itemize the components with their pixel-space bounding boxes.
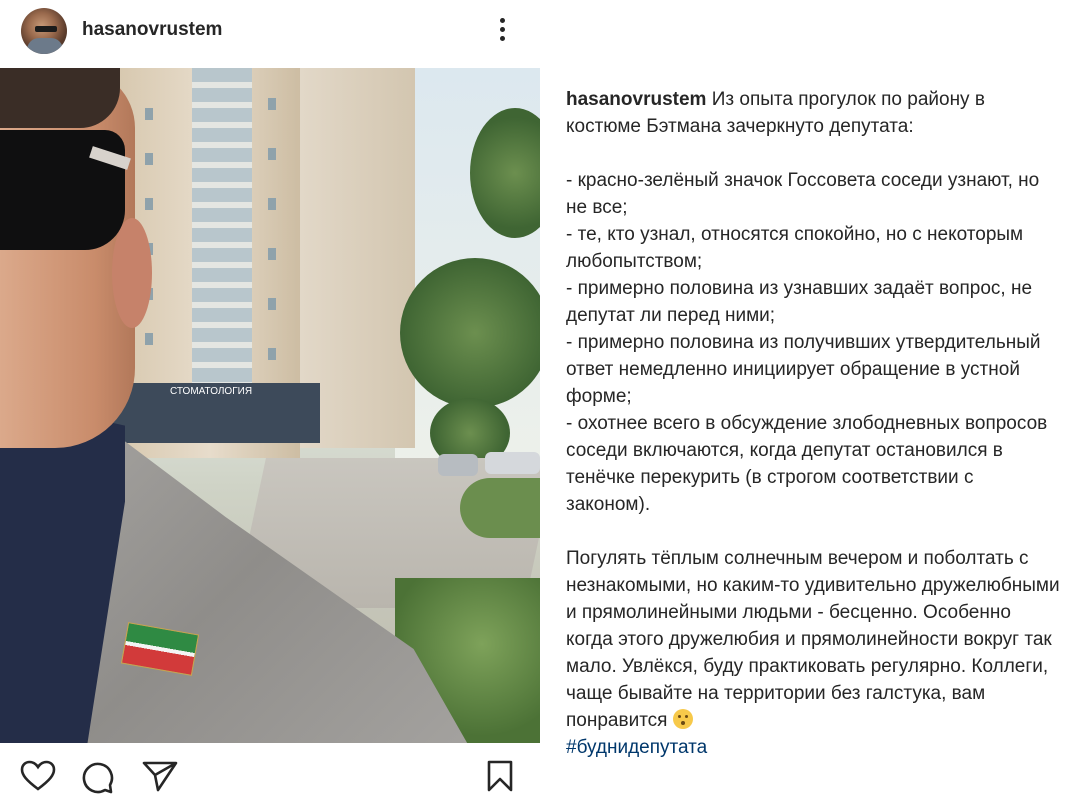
post-header: hasanovrustem	[0, 0, 540, 62]
caption-username[interactable]: hasanovrustem	[566, 89, 706, 110]
caption-body: - красно-зелёный значок Госсовета соседи…	[566, 170, 1048, 515]
caption-end: Погулять тёплым солнечным вечером и побо…	[566, 548, 1060, 731]
heart-icon[interactable]	[20, 760, 56, 797]
send-icon[interactable]	[142, 760, 178, 797]
hashtag-link[interactable]: #буднидепутата	[566, 737, 707, 758]
more-options-icon[interactable]	[492, 14, 512, 46]
post-actions	[0, 750, 540, 795]
post-username[interactable]: hasanovrustem	[82, 19, 222, 41]
comment-icon[interactable]	[80, 760, 114, 799]
post-photo[interactable]: СТОМАТОЛОГИЯ	[0, 68, 540, 743]
avatar[interactable]	[21, 8, 67, 54]
post-caption: hasanovrustem Из опыта прогулок по район…	[566, 86, 1061, 761]
hushed-face-emoji	[672, 709, 693, 729]
store-sign: СТОМАТОЛОГИЯ	[170, 386, 253, 397]
bookmark-icon[interactable]	[486, 760, 514, 797]
